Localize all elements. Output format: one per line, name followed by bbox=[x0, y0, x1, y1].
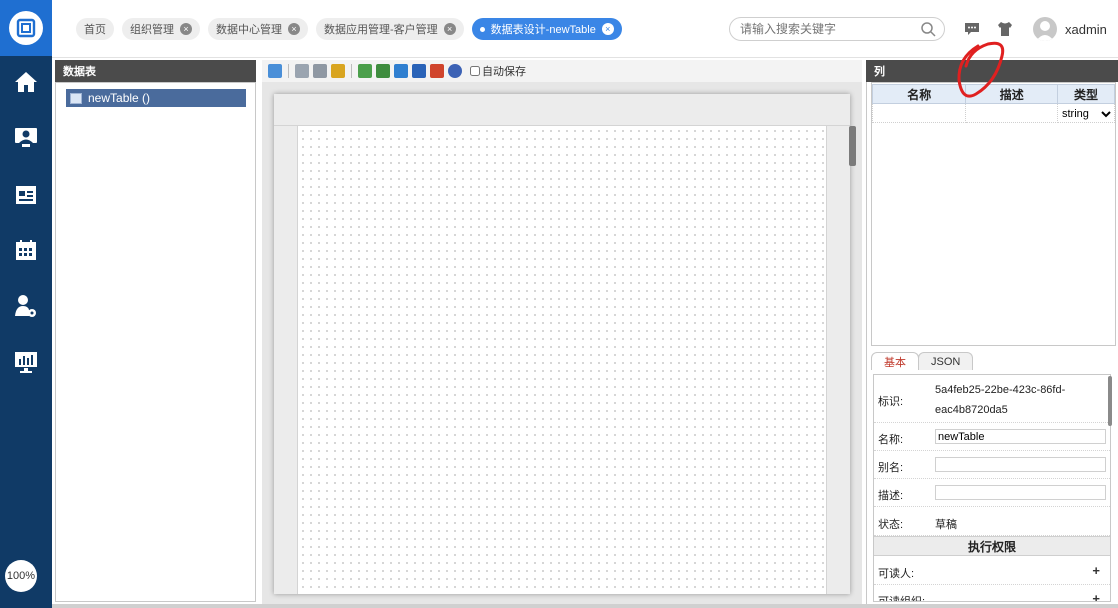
home-icon[interactable] bbox=[0, 62, 52, 102]
close-icon[interactable]: × bbox=[601, 23, 614, 35]
tab-label: 数据中心管理 bbox=[216, 24, 282, 36]
table-icon bbox=[70, 92, 82, 104]
tree-panel-header: 数据表 bbox=[55, 60, 256, 82]
props-scrollbar[interactable] bbox=[1108, 376, 1112, 426]
relation-icon[interactable] bbox=[331, 64, 345, 78]
pdf-icon[interactable] bbox=[430, 64, 444, 78]
tree-item-label: newTable () bbox=[88, 91, 151, 105]
tab-strip: 首页 组织管理 × 数据中心管理 × 数据应用管理-客户管理 × 数据表设计-n… bbox=[76, 18, 622, 40]
close-icon[interactable]: × bbox=[443, 23, 456, 35]
id-label: 标识: bbox=[878, 396, 904, 408]
close-icon[interactable]: × bbox=[288, 23, 300, 35]
prop-row-desc: 描述: bbox=[874, 479, 1110, 507]
export-icon[interactable] bbox=[376, 64, 390, 78]
prop-row-readers-org: 可读组织: + bbox=[874, 585, 1110, 602]
save-icon[interactable] bbox=[268, 64, 282, 78]
exec-permission-header: 执行权限 bbox=[874, 536, 1110, 556]
canvas-left-margin bbox=[274, 126, 298, 594]
canvas-scrollbar[interactable] bbox=[849, 126, 856, 166]
left-rail: 100% bbox=[0, 0, 52, 608]
remove-table-icon[interactable] bbox=[313, 64, 327, 78]
prop-row-readers: 可读人: + bbox=[874, 557, 1110, 585]
add-reader-org-icon[interactable]: + bbox=[1092, 591, 1100, 601]
column-header-type[interactable]: 类型 bbox=[1056, 84, 1116, 104]
design-grid[interactable] bbox=[299, 127, 825, 594]
props-tab-strip: 基本 JSON bbox=[871, 352, 974, 370]
search-icon[interactable] bbox=[920, 21, 936, 37]
close-icon[interactable]: × bbox=[180, 23, 192, 35]
tab-label: 首页 bbox=[84, 24, 106, 36]
bottom-divider bbox=[52, 604, 1118, 608]
calendar-list-icon[interactable] bbox=[0, 174, 52, 214]
tab-home[interactable]: 首页 bbox=[76, 18, 114, 40]
add-reader-icon[interactable]: + bbox=[1092, 563, 1100, 578]
prop-row-name: 名称: bbox=[874, 423, 1110, 451]
import-icon[interactable] bbox=[358, 64, 372, 78]
tab-customer-management[interactable]: 数据应用管理-客户管理 × bbox=[316, 18, 464, 40]
active-dot-icon bbox=[479, 26, 485, 32]
column-type-cell[interactable]: string bbox=[1056, 103, 1116, 123]
prop-row-status: 状态: 草稿 bbox=[874, 507, 1110, 536]
properties-panel: 标识: 5a4feb25-22be-423c-86fd- eac4b8720da… bbox=[873, 374, 1111, 602]
toolbar-divider bbox=[288, 64, 289, 78]
tree-item-newtable[interactable]: newTable () bbox=[66, 89, 246, 107]
logo-icon bbox=[9, 11, 43, 45]
alias-label: 别名: bbox=[878, 462, 904, 474]
readers-label: 可读人: bbox=[878, 568, 915, 580]
desc-label: 描述: bbox=[878, 490, 904, 502]
zoom-badge[interactable]: 100% bbox=[5, 560, 37, 592]
name-field[interactable] bbox=[935, 429, 1106, 444]
tab-label: 组织管理 bbox=[130, 24, 174, 36]
status-label: 状态: bbox=[878, 519, 904, 531]
type-select[interactable]: string bbox=[1057, 106, 1114, 121]
tab-basic[interactable]: 基本 bbox=[871, 352, 919, 370]
excel-icon[interactable] bbox=[412, 64, 426, 78]
autosave-label: 自动保存 bbox=[482, 66, 526, 78]
app-logo[interactable] bbox=[0, 0, 52, 56]
user-settings-icon[interactable] bbox=[0, 286, 52, 326]
tab-json[interactable]: JSON bbox=[918, 352, 974, 370]
red-circle-annotation bbox=[957, 41, 1005, 98]
search-input[interactable] bbox=[729, 17, 945, 41]
dashboard-icon[interactable] bbox=[0, 342, 52, 382]
tab-table-design[interactable]: 数据表设计-newTable × bbox=[471, 18, 622, 40]
id-value-line2: eac4b8720da5 bbox=[935, 404, 1008, 416]
alias-field[interactable] bbox=[935, 457, 1106, 472]
tab-data-center[interactable]: 数据中心管理 × bbox=[208, 18, 308, 40]
contacts-icon[interactable] bbox=[0, 118, 52, 158]
add-table-icon[interactable] bbox=[295, 64, 309, 78]
designer-toolbar: 自动保存 bbox=[262, 60, 862, 82]
readers-org-label: 可读组织: bbox=[878, 596, 926, 602]
tab-label: 数据应用管理-客户管理 bbox=[324, 24, 438, 36]
columns-title: 列 bbox=[874, 66, 885, 78]
username[interactable]: xadmin bbox=[1065, 22, 1107, 37]
tab-org-management[interactable]: 组织管理 × bbox=[122, 18, 200, 40]
help-icon[interactable] bbox=[448, 64, 462, 78]
canvas-top-margin bbox=[274, 94, 850, 126]
status-value: 草稿 bbox=[935, 519, 957, 531]
autosave-checkbox[interactable] bbox=[470, 66, 480, 76]
document-icon[interactable] bbox=[394, 64, 408, 78]
tab-label: 数据表设计-newTable bbox=[490, 24, 596, 36]
prop-row-id: 标识: 5a4feb25-22be-423c-86fd- eac4b8720da… bbox=[874, 375, 1110, 423]
calendar-icon[interactable] bbox=[0, 230, 52, 270]
tree-title: 数据表 bbox=[63, 66, 96, 78]
avatar[interactable] bbox=[1033, 17, 1057, 41]
id-value-line1: 5a4feb25-22be-423c-86fd- bbox=[935, 384, 1066, 396]
prop-row-alias: 别名: bbox=[874, 451, 1110, 479]
autosave-toggle[interactable]: 自动保存 bbox=[470, 63, 526, 79]
canvas-right-margin bbox=[826, 126, 850, 594]
desc-field[interactable] bbox=[935, 485, 1106, 500]
toolbar-divider bbox=[351, 64, 352, 78]
tree-panel: newTable () bbox=[55, 82, 256, 602]
name-label: 名称: bbox=[878, 434, 904, 446]
